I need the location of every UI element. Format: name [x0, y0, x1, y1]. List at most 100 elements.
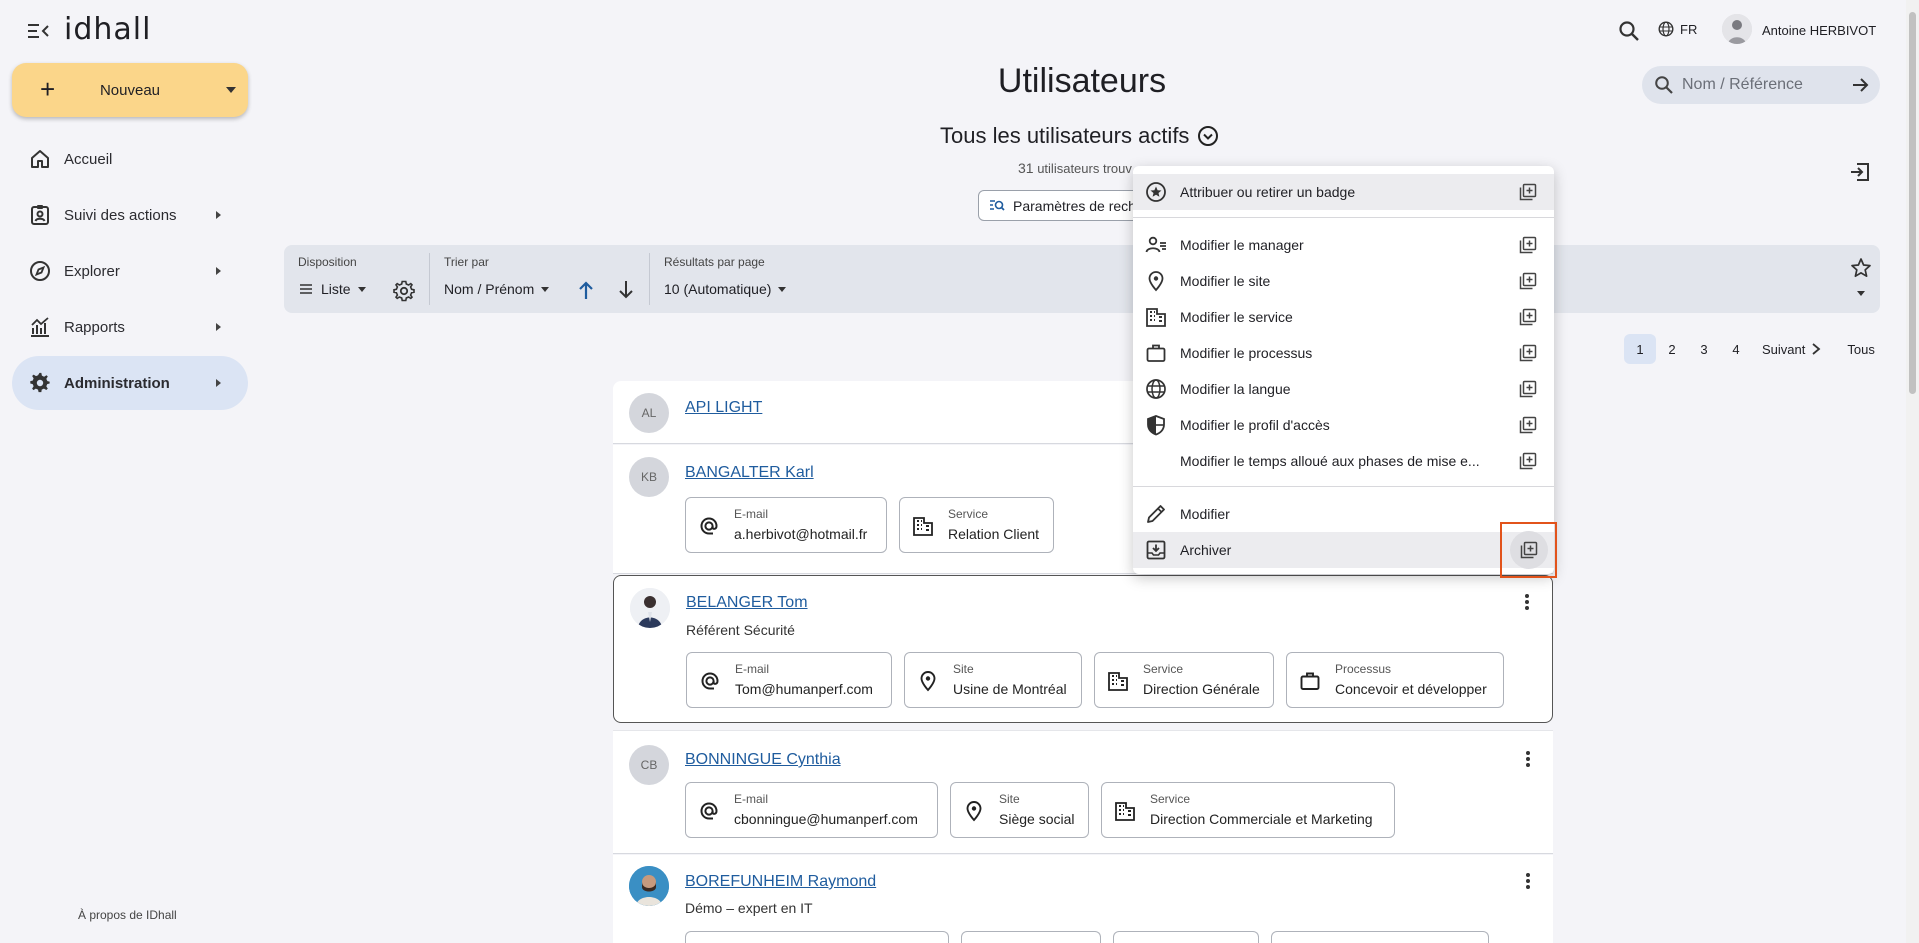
results-per-page-value: 10 (Automatique) — [664, 281, 772, 297]
page-button[interactable]: 4 — [1720, 334, 1752, 364]
menu-item-access-profile[interactable]: Modifier le profil d'accès — [1133, 407, 1554, 443]
menu-collapse-icon[interactable] — [28, 22, 52, 40]
chip-label: Service — [1150, 792, 1191, 806]
settings-icon[interactable] — [392, 279, 416, 303]
user-name-link[interactable]: BONNINGUE Cynthia — [685, 751, 841, 769]
user-avatar[interactable] — [1722, 14, 1752, 44]
filter-title: Tous les utilisateurs actifs — [940, 123, 1190, 148]
add-to-selection-icon[interactable] — [1519, 344, 1537, 362]
page-button[interactable]: 2 — [1656, 334, 1688, 364]
menu-item-badge[interactable]: Attribuer ou retirer un badge — [1133, 174, 1554, 210]
reference-search-input[interactable] — [1682, 66, 1842, 104]
badge-star-icon — [1145, 181, 1167, 203]
search-icon[interactable] — [1618, 20, 1640, 42]
menu-item-label: Modifier le site — [1180, 273, 1271, 289]
menu-item-label: Modifier le manager — [1180, 237, 1304, 253]
user-name-link[interactable]: BANGALTER Karl — [685, 464, 814, 482]
page-button[interactable]: 1 — [1624, 334, 1656, 364]
more-options-icon[interactable] — [1525, 871, 1531, 891]
add-to-selection-icon[interactable] — [1519, 272, 1537, 290]
chevron-right-icon — [1811, 342, 1821, 356]
chip-label: Service — [1143, 662, 1184, 676]
results-per-page-select[interactable]: 10 (Automatique) — [664, 281, 787, 297]
clipboard-user-icon — [28, 203, 52, 227]
menu-divider — [1133, 486, 1554, 487]
globe-icon — [1145, 378, 1167, 400]
service-chip: Service Direction Générale — [1094, 652, 1274, 708]
search-params-button[interactable]: Paramètres de rech — [978, 190, 1148, 221]
menu-item-language[interactable]: Modifier la langue — [1133, 371, 1554, 407]
app-logo[interactable]: idhall — [64, 12, 151, 47]
sidebar-item-label: Accueil — [64, 150, 113, 168]
menu-item-time-allocation[interactable]: Modifier le temps alloué aux phases de m… — [1133, 443, 1554, 479]
star-icon[interactable] — [1850, 257, 1872, 279]
more-options-icon[interactable] — [1524, 592, 1530, 612]
chip-label: E-mail — [735, 662, 770, 676]
building-icon — [912, 515, 934, 537]
next-page-button[interactable]: Suivant — [1762, 342, 1821, 357]
sidebar-item-label: Rapports — [64, 318, 125, 336]
building-icon — [1107, 670, 1129, 692]
at-icon — [698, 515, 720, 537]
all-pages-button[interactable]: Tous — [1847, 342, 1874, 357]
pin-icon — [917, 670, 939, 692]
caret-down-icon — [541, 286, 550, 292]
sidebar-item-rapports[interactable]: Rapports — [12, 300, 248, 354]
user-name[interactable]: Antoine HERBIVOT — [1762, 23, 1876, 38]
user-name-link[interactable]: API LIGHT — [685, 399, 762, 417]
chip-value: Direction Commerciale et Marketing — [1150, 811, 1373, 827]
menu-item-label: Attribuer ou retirer un badge — [1180, 184, 1356, 200]
chevron-down-circle-icon — [1197, 125, 1219, 147]
page-button[interactable]: 3 — [1688, 334, 1720, 364]
process-chip: Processus Concevoir et développer — [1286, 652, 1504, 708]
sidebar-item-accueil[interactable]: Accueil — [12, 132, 248, 186]
chip-value: Direction Générale — [1143, 681, 1260, 697]
exit-icon[interactable] — [1848, 160, 1872, 184]
menu-item-manager[interactable]: Modifier le manager — [1133, 227, 1554, 263]
avatar: KB — [629, 457, 669, 497]
site-chip: Site Usine de Montréal — [904, 652, 1082, 708]
caret-down-icon — [357, 286, 366, 292]
language-selector[interactable]: FR — [1658, 21, 1697, 37]
arrow-right-icon[interactable] — [1850, 75, 1870, 95]
sidebar-item-explorer[interactable]: Explorer — [12, 244, 248, 298]
chart-icon — [28, 315, 52, 339]
menu-item-archive[interactable]: Archiver — [1133, 532, 1554, 568]
add-to-selection-icon[interactable] — [1519, 308, 1537, 326]
pencil-icon — [1145, 503, 1167, 525]
caret-down-icon[interactable] — [1857, 291, 1865, 296]
more-options-icon[interactable] — [1525, 749, 1531, 769]
add-to-selection-icon[interactable] — [1519, 452, 1537, 470]
menu-item-site[interactable]: Modifier le site — [1133, 263, 1554, 299]
filter-selector[interactable]: Tous les utilisateurs actifs — [940, 123, 1219, 149]
chevron-right-icon — [216, 323, 221, 331]
search-params-label: Paramètres de rech — [1013, 197, 1136, 214]
sidebar-item-administration[interactable]: Administration — [12, 356, 248, 410]
disposition-select[interactable]: Liste — [298, 281, 366, 297]
menu-item-label: Modifier le processus — [1180, 345, 1313, 361]
add-to-selection-icon[interactable] — [1519, 416, 1537, 434]
scrollbar-thumb[interactable] — [1909, 12, 1916, 394]
user-name-link[interactable]: BOREFUNHEIM Raymond — [685, 873, 876, 891]
chip-label: Site — [999, 792, 1020, 806]
add-to-selection-icon[interactable] — [1519, 380, 1537, 398]
sort-select[interactable]: Nom / Prénom — [444, 281, 550, 297]
sort-ascending-icon[interactable] — [576, 279, 596, 301]
user-card: BELANGER Tom Référent Sécurité E-mail To… — [613, 575, 1553, 723]
menu-item-process[interactable]: Modifier le processus — [1133, 335, 1554, 371]
page-scrollbar[interactable] — [1906, 0, 1919, 943]
add-to-selection-icon[interactable] — [1519, 236, 1537, 254]
sidebar-item-suivi-des-actions[interactable]: Suivi des actions — [12, 188, 248, 242]
menu-item-service[interactable]: Modifier le service — [1133, 299, 1554, 335]
process-chip — [1271, 931, 1489, 943]
user-subtitle: Référent Sécurité — [686, 622, 795, 638]
menu-item-label: Modifier le temps alloué aux phases de m… — [1180, 453, 1480, 469]
menu-item-edit[interactable]: Modifier — [1133, 496, 1554, 532]
new-button[interactable]: + Nouveau — [12, 63, 248, 117]
highlight-box — [1500, 522, 1557, 578]
sort-descending-icon[interactable] — [616, 279, 636, 301]
add-to-selection-icon[interactable] — [1519, 183, 1537, 201]
page-title: Utilisateurs — [997, 62, 1167, 100]
about-link[interactable]: À propos de IDhall — [78, 908, 177, 922]
user-name-link[interactable]: BELANGER Tom — [686, 594, 808, 612]
